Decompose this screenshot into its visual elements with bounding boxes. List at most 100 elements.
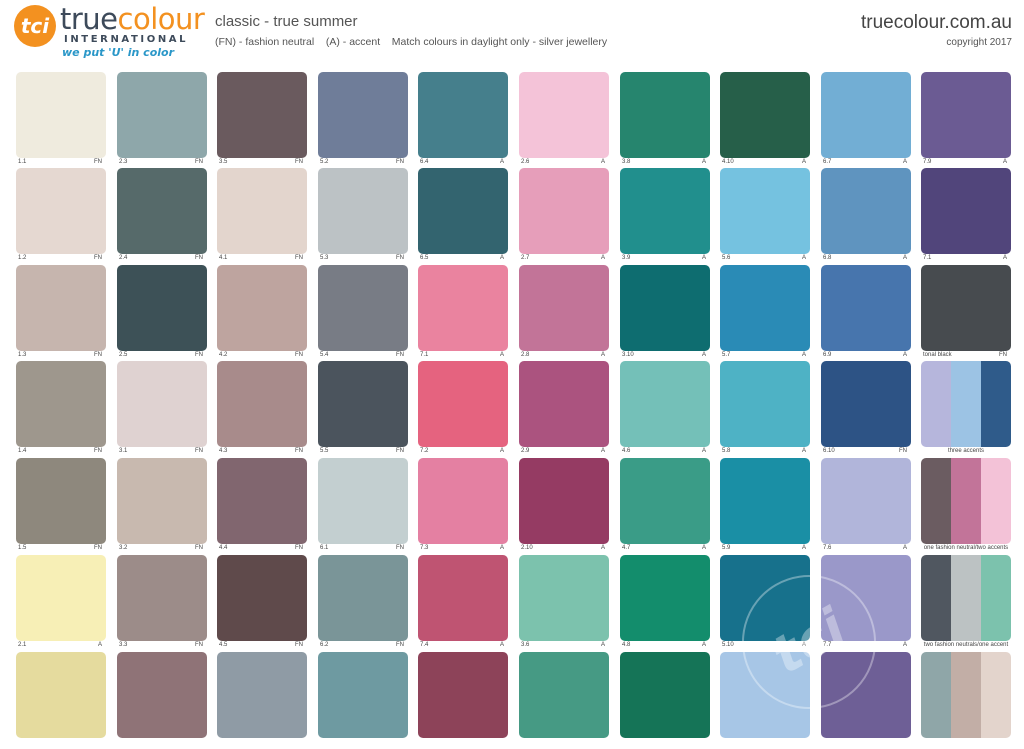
swatch-label: one fashion neutral/two accents bbox=[923, 545, 1009, 551]
swatch-color-block bbox=[951, 652, 981, 738]
swatch-cell: 4.5 FN bbox=[217, 555, 307, 652]
swatch-type: FN bbox=[899, 448, 907, 454]
swatch-cell: 4.3 FN bbox=[217, 361, 307, 458]
swatch-type: FN bbox=[396, 159, 404, 165]
swatch-type: FN bbox=[295, 159, 303, 165]
swatch-label: 5.10 bbox=[722, 642, 734, 648]
swatch-type: A bbox=[902, 642, 907, 648]
swatch-type: FN bbox=[195, 255, 203, 261]
swatch-cell: 7.9 A bbox=[921, 72, 1011, 169]
swatch-label: 7.2 bbox=[420, 448, 429, 454]
swatch-cell bbox=[720, 652, 810, 749]
color-swatch bbox=[418, 168, 508, 254]
swatch-color-block bbox=[318, 458, 408, 544]
swatch-cell: 3.1 FN bbox=[117, 361, 207, 458]
swatch-cell: 6.5 A bbox=[418, 168, 508, 265]
swatch-cell: 4.1 FN bbox=[217, 168, 307, 265]
swatch-label: tonal black bbox=[923, 352, 952, 358]
swatch-color-block bbox=[620, 458, 710, 544]
swatch-cell: 7.3 A bbox=[418, 458, 508, 555]
swatch-color-block bbox=[519, 458, 609, 544]
swatch-color-block bbox=[951, 555, 981, 641]
swatch-cell: 5.8 A bbox=[720, 361, 810, 458]
swatch-cell: 4.10 A bbox=[720, 72, 810, 169]
swatch-cell: 6.9 A bbox=[821, 265, 911, 362]
swatch-label: 7.6 bbox=[823, 545, 832, 551]
swatch-label: 4.2 bbox=[219, 352, 228, 358]
swatch-label: 3.5 bbox=[219, 159, 228, 165]
swatch-label: 4.8 bbox=[622, 642, 631, 648]
swatch-cell: 1.4 FN bbox=[16, 361, 106, 458]
swatch-type: A bbox=[701, 255, 706, 261]
swatch-type: FN bbox=[295, 352, 303, 358]
swatch-color-block bbox=[951, 458, 981, 544]
swatch-cell bbox=[117, 652, 207, 749]
swatch-color-block bbox=[117, 652, 207, 738]
swatch-type: A bbox=[600, 255, 605, 261]
swatch-type: FN bbox=[195, 448, 203, 454]
swatch-type: FN bbox=[94, 159, 102, 165]
color-swatch bbox=[821, 265, 911, 351]
swatch-color-block bbox=[921, 72, 1011, 158]
swatch-color-block bbox=[921, 265, 1011, 351]
swatch-type: FN bbox=[295, 448, 303, 454]
swatch-color-block bbox=[16, 652, 106, 738]
color-swatch bbox=[418, 458, 508, 544]
swatch-cell bbox=[921, 652, 1011, 749]
swatch-label: 2.5 bbox=[119, 352, 128, 358]
swatch-type: A bbox=[902, 352, 907, 358]
swatch-cell: 3.8 A bbox=[620, 72, 710, 169]
swatch-cell: 5.5 FN bbox=[318, 361, 408, 458]
swatch-color-block bbox=[921, 168, 1011, 254]
color-swatch bbox=[821, 361, 911, 447]
swatch-type: FN bbox=[195, 352, 203, 358]
swatch-color-block bbox=[821, 555, 911, 641]
swatch-type: A bbox=[97, 642, 102, 648]
swatch-label: 5.7 bbox=[722, 352, 731, 358]
swatch-type: A bbox=[902, 545, 907, 551]
swatch-type: A bbox=[600, 642, 605, 648]
swatch-type: A bbox=[801, 545, 806, 551]
color-swatch bbox=[117, 458, 207, 544]
swatch-color-block bbox=[117, 72, 207, 158]
swatch-cell: 7.1 A bbox=[921, 168, 1011, 265]
swatch-type: FN bbox=[396, 545, 404, 551]
swatch-color-block bbox=[418, 361, 508, 447]
swatch-color-block bbox=[921, 458, 951, 544]
swatch-type: A bbox=[701, 545, 706, 551]
color-swatch bbox=[318, 265, 408, 351]
color-swatch bbox=[821, 72, 911, 158]
swatch-label: 4.4 bbox=[219, 545, 228, 551]
swatch-cell: 1.2 FN bbox=[16, 168, 106, 265]
swatch-color-block bbox=[318, 555, 408, 641]
swatch-type: A bbox=[902, 255, 907, 261]
swatch-label: 3.2 bbox=[119, 545, 128, 551]
swatch-color-block bbox=[16, 265, 106, 351]
color-swatch bbox=[821, 555, 911, 641]
swatch-type: A bbox=[600, 352, 605, 358]
swatch-color-block bbox=[821, 458, 911, 544]
swatch-color-block bbox=[981, 361, 1011, 447]
swatch-label: 4.5 bbox=[219, 642, 228, 648]
swatch-cell: 5.10 A bbox=[720, 555, 810, 652]
swatch-label: 2.6 bbox=[521, 159, 530, 165]
swatch-type: A bbox=[701, 448, 706, 454]
swatch-color-block bbox=[418, 555, 508, 641]
swatch-color-block bbox=[318, 168, 408, 254]
swatch-type: A bbox=[499, 255, 504, 261]
swatch-color-block bbox=[620, 72, 710, 158]
color-swatch bbox=[519, 652, 609, 738]
color-swatch bbox=[16, 265, 106, 351]
color-swatch bbox=[620, 361, 710, 447]
color-swatch bbox=[620, 652, 710, 738]
swatch-cell: 2.6 A bbox=[519, 72, 609, 169]
swatch-label: 1.5 bbox=[18, 545, 27, 551]
swatch-color-block bbox=[620, 652, 710, 738]
swatch-type: FN bbox=[94, 352, 102, 358]
swatch-color-block bbox=[16, 168, 106, 254]
swatch-label: 5.5 bbox=[320, 448, 329, 454]
color-swatch bbox=[418, 265, 508, 351]
swatch-cell: 2.5 FN bbox=[117, 265, 207, 362]
swatch-type: A bbox=[600, 448, 605, 454]
swatch-color-block bbox=[519, 265, 609, 351]
